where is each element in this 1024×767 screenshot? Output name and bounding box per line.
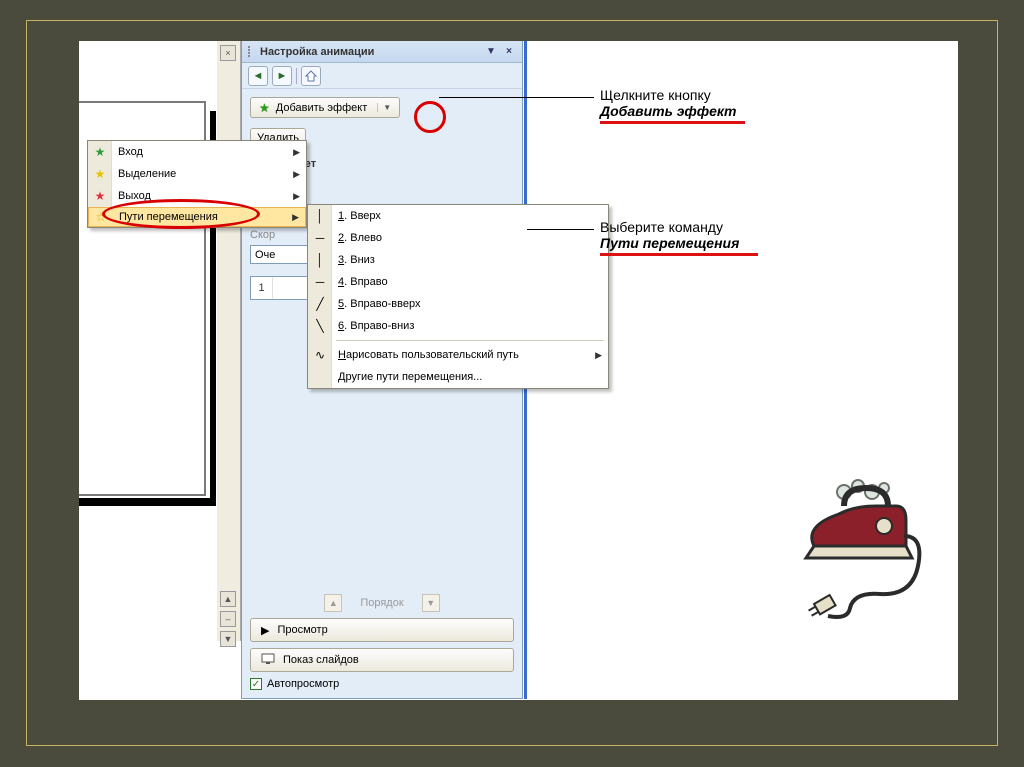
submenu-item-down[interactable]: │ 3. Вниз xyxy=(308,249,608,271)
play-icon: ▶ xyxy=(261,624,269,637)
add-effect-label: Добавить эффект xyxy=(276,102,367,114)
leader-line xyxy=(527,229,594,230)
path-left-icon: ─ xyxy=(312,231,328,245)
highlight-circle-motion-paths xyxy=(102,199,260,229)
star-icon: ★ xyxy=(259,101,270,115)
submenu-item-down-right[interactable]: ╲ 6. Вправо-вниз xyxy=(308,315,608,337)
order-label: Порядок xyxy=(360,597,403,609)
path-curve-icon: ∿ xyxy=(312,348,328,362)
slideshow-label: Показ слайдов xyxy=(283,654,359,666)
star-icon: ★ xyxy=(92,189,108,203)
path-up-icon: │ xyxy=(312,209,328,223)
submenu-label: 6. Вправо-вниз xyxy=(338,320,414,332)
menu-item-emphasis[interactable]: ★ Выделение ▶ xyxy=(88,163,306,185)
taskpane-menu-button[interactable]: ▼ xyxy=(484,45,498,59)
red-underline xyxy=(600,253,758,256)
order-row: ▲ Порядок ▼ xyxy=(250,594,514,612)
submenu-item-more-paths[interactable]: Другие пути перемещения... xyxy=(308,366,608,388)
preview-label: Просмотр xyxy=(277,624,327,636)
annotation-text: Выберите команду xyxy=(600,219,758,235)
submenu-arrow-icon: ▶ xyxy=(292,212,299,223)
taskpane-close-button[interactable]: × xyxy=(502,45,516,59)
submenu-label: 2. Влево xyxy=(338,232,382,244)
submenu-label: Нарисовать пользовательский путь xyxy=(338,349,519,361)
close-handle-icon[interactable]: × xyxy=(220,45,236,61)
taskpane-titlebar: Настройка анимации ▼ × xyxy=(242,41,522,63)
autopreview-checkbox[interactable]: ✓ Автопросмотр xyxy=(250,678,514,690)
motion-paths-submenu: │ 1. Вверх ─ 2. Влево │ 3. Вниз ─ 4. Впр… xyxy=(307,204,609,389)
speed-label: Скор xyxy=(250,229,275,241)
slide-canvas-fragment xyxy=(79,41,239,641)
submenu-label: 1. Вверх xyxy=(338,210,381,222)
submenu-item-left[interactable]: ─ 2. Влево xyxy=(308,227,608,249)
effect-index: 1 xyxy=(251,277,273,299)
checkmark-icon: ✓ xyxy=(250,678,262,690)
star-icon: ★ xyxy=(92,145,108,159)
preview-button[interactable]: ▶ Просмотр xyxy=(250,618,514,642)
menu-item-entrance[interactable]: ★ Вход ▶ xyxy=(88,141,306,163)
leader-line xyxy=(439,97,594,98)
arrow-up-icon[interactable]: ▲ xyxy=(220,591,236,607)
order-up-button[interactable]: ▲ xyxy=(324,594,342,612)
arrow-down-icon[interactable]: ▼ xyxy=(220,631,236,647)
add-effect-button[interactable]: ★ Добавить эффект ▼ xyxy=(250,97,400,118)
annotation-bold-text: Добавить эффект xyxy=(600,103,745,119)
submenu-label: 3. Вниз xyxy=(338,254,375,266)
path-down-icon: │ xyxy=(312,253,328,267)
submenu-arrow-icon: ▶ xyxy=(293,169,300,180)
taskpane-nav: ◄ ► xyxy=(242,63,522,89)
submenu-arrow-icon: ▶ xyxy=(293,147,300,158)
annotation-text: Щелкните кнопку xyxy=(600,87,745,103)
highlight-circle-add-effect xyxy=(414,101,446,133)
menu-label: Вход xyxy=(118,146,143,158)
iron-clipart xyxy=(784,476,924,626)
submenu-item-up[interactable]: │ 1. Вверх xyxy=(308,205,608,227)
menu-label: Выделение xyxy=(118,168,176,180)
annotation-motion-paths: Выберите команду Пути перемещения xyxy=(600,219,758,256)
splitter-bar[interactable]: × ▲ – ▼ xyxy=(217,41,241,641)
path-diag-down-icon: ╲ xyxy=(312,319,328,333)
nav-forward-button[interactable]: ► xyxy=(272,66,292,86)
autopreview-label: Автопросмотр xyxy=(267,678,339,690)
slideshow-button[interactable]: Показ слайдов xyxy=(250,648,514,672)
submenu-item-right[interactable]: ─ 4. Вправо xyxy=(308,271,608,293)
submenu-arrow-icon: ▶ xyxy=(595,350,602,361)
submenu-item-up-right[interactable]: ╱ 5. Вправо-вверх xyxy=(308,293,608,315)
annotation-add-effect: Щелкните кнопку Добавить эффект xyxy=(600,87,745,124)
speed-field[interactable]: Оче xyxy=(250,245,310,264)
slide-shadow xyxy=(79,498,214,506)
nav-back-button[interactable]: ◄ xyxy=(248,66,268,86)
path-right-icon: ─ xyxy=(312,275,328,289)
annotation-bold-text: Пути перемещения xyxy=(600,235,758,251)
submenu-label: 5. Вправо-вверх xyxy=(338,298,420,310)
monitor-icon xyxy=(261,653,275,668)
submenu-arrow-icon: ▶ xyxy=(293,191,300,202)
red-underline xyxy=(600,121,745,124)
submenu-label: 4. Вправо xyxy=(338,276,388,288)
path-diag-up-icon: ╱ xyxy=(312,297,328,311)
submenu-label: Другие пути перемещения... xyxy=(338,371,482,383)
slide-area: × ▲ – ▼ Настройка анимации ▼ × ◄ ► ★ Доб… xyxy=(79,41,958,700)
nav-home-button[interactable] xyxy=(301,66,321,86)
grip-icon xyxy=(248,46,254,57)
bar-icon[interactable]: – xyxy=(220,611,236,627)
menu-separator xyxy=(336,340,604,341)
order-down-button[interactable]: ▼ xyxy=(422,594,440,612)
submenu-item-custom-path[interactable]: ∿ Нарисовать пользовательский путь ▶ xyxy=(308,344,608,366)
star-icon: ★ xyxy=(92,167,108,181)
taskpane-title: Настройка анимации xyxy=(260,46,374,58)
dropdown-arrow-icon: ▼ xyxy=(377,103,391,112)
nav-separator xyxy=(296,68,297,84)
